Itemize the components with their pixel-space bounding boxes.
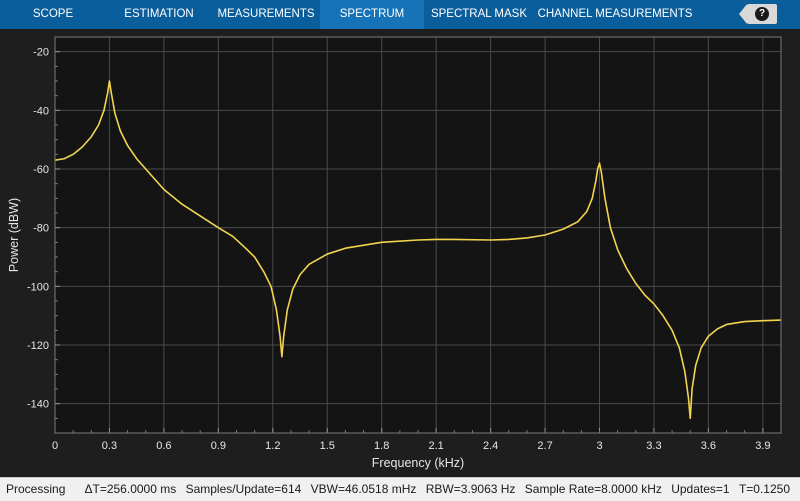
help-button[interactable]: ? <box>739 4 777 24</box>
status-rbw: RBW=3.9063 Hz <box>425 482 516 496</box>
status-updates: Updates=1 <box>671 482 730 496</box>
x-tick-label: 3.6 <box>701 440 716 452</box>
tab-spectral-mask[interactable]: SPECTRAL MASK <box>424 0 534 29</box>
y-axis-label: Power (dBW) <box>7 198 21 272</box>
tab-scope[interactable]: SCOPE <box>0 0 106 29</box>
x-tick-label: 2.4 <box>483 440 498 452</box>
y-tick-label: -40 <box>33 105 49 117</box>
x-tick-label: 0.6 <box>156 440 171 452</box>
x-tick-label: 1.8 <box>374 440 389 452</box>
x-tick-label: 0 <box>52 440 58 452</box>
x-tick-label: 0.9 <box>211 440 226 452</box>
spectrum-chart: -20 -40 -60 -80 -100 -120 -140 0 0.3 0.6 0.9 1.2 1.… <box>7 36 782 470</box>
x-tick-label: 3.9 <box>755 440 770 452</box>
y-tick-label: -20 <box>33 47 49 59</box>
status-bar: Processing ΔT=256.0000 ms Samples/Update… <box>0 477 800 501</box>
tab-estimation[interactable]: ESTIMATION <box>106 0 212 29</box>
tab-spectrum[interactable]: SPECTRUM <box>320 0 424 29</box>
y-tick-label: -60 <box>33 164 49 176</box>
tab-measurements[interactable]: MEASUREMENTS <box>212 0 320 29</box>
tab-channel-measurements[interactable]: CHANNEL MEASUREMENTS <box>534 0 696 29</box>
x-tick-label: 3 <box>596 440 602 452</box>
y-tick-label: -120 <box>27 340 49 352</box>
status-samples-per-update: Samples/Update=614 <box>185 482 302 496</box>
x-tick-label: 2.1 <box>429 440 444 452</box>
y-tick-label: -80 <box>33 223 49 235</box>
x-tick-label: 1.2 <box>265 440 280 452</box>
x-tick-label: 0.3 <box>102 440 117 452</box>
status-time: T=0.1250 <box>738 482 790 496</box>
x-tick-label: 2.7 <box>537 440 552 452</box>
help-icon: ? <box>755 7 769 21</box>
y-tick-label: -140 <box>27 399 49 411</box>
x-tick-label: 1.5 <box>320 440 335 452</box>
status-sample-rate: Sample Rate=8.0000 kHz <box>524 482 662 496</box>
spectrum-plot[interactable]: -20 -40 -60 -80 -100 -120 -140 0 0.3 0.6 0.9 1.2 1.… <box>0 29 800 476</box>
status-processing: Processing <box>6 482 66 496</box>
y-tick-label: -100 <box>27 281 49 293</box>
status-readouts: ΔT=256.0000 ms Samples/Update=614 VBW=46… <box>78 478 790 500</box>
status-delta-t: ΔT=256.0000 ms <box>84 482 177 496</box>
toolstrip: SCOPE ESTIMATION MEASUREMENTS SPECTRUM S… <box>0 0 800 29</box>
status-vbw: VBW=46.0518 mHz <box>310 482 417 496</box>
x-tick-label: 3.3 <box>646 440 661 452</box>
x-axis-label: Frequency (kHz) <box>372 456 464 470</box>
